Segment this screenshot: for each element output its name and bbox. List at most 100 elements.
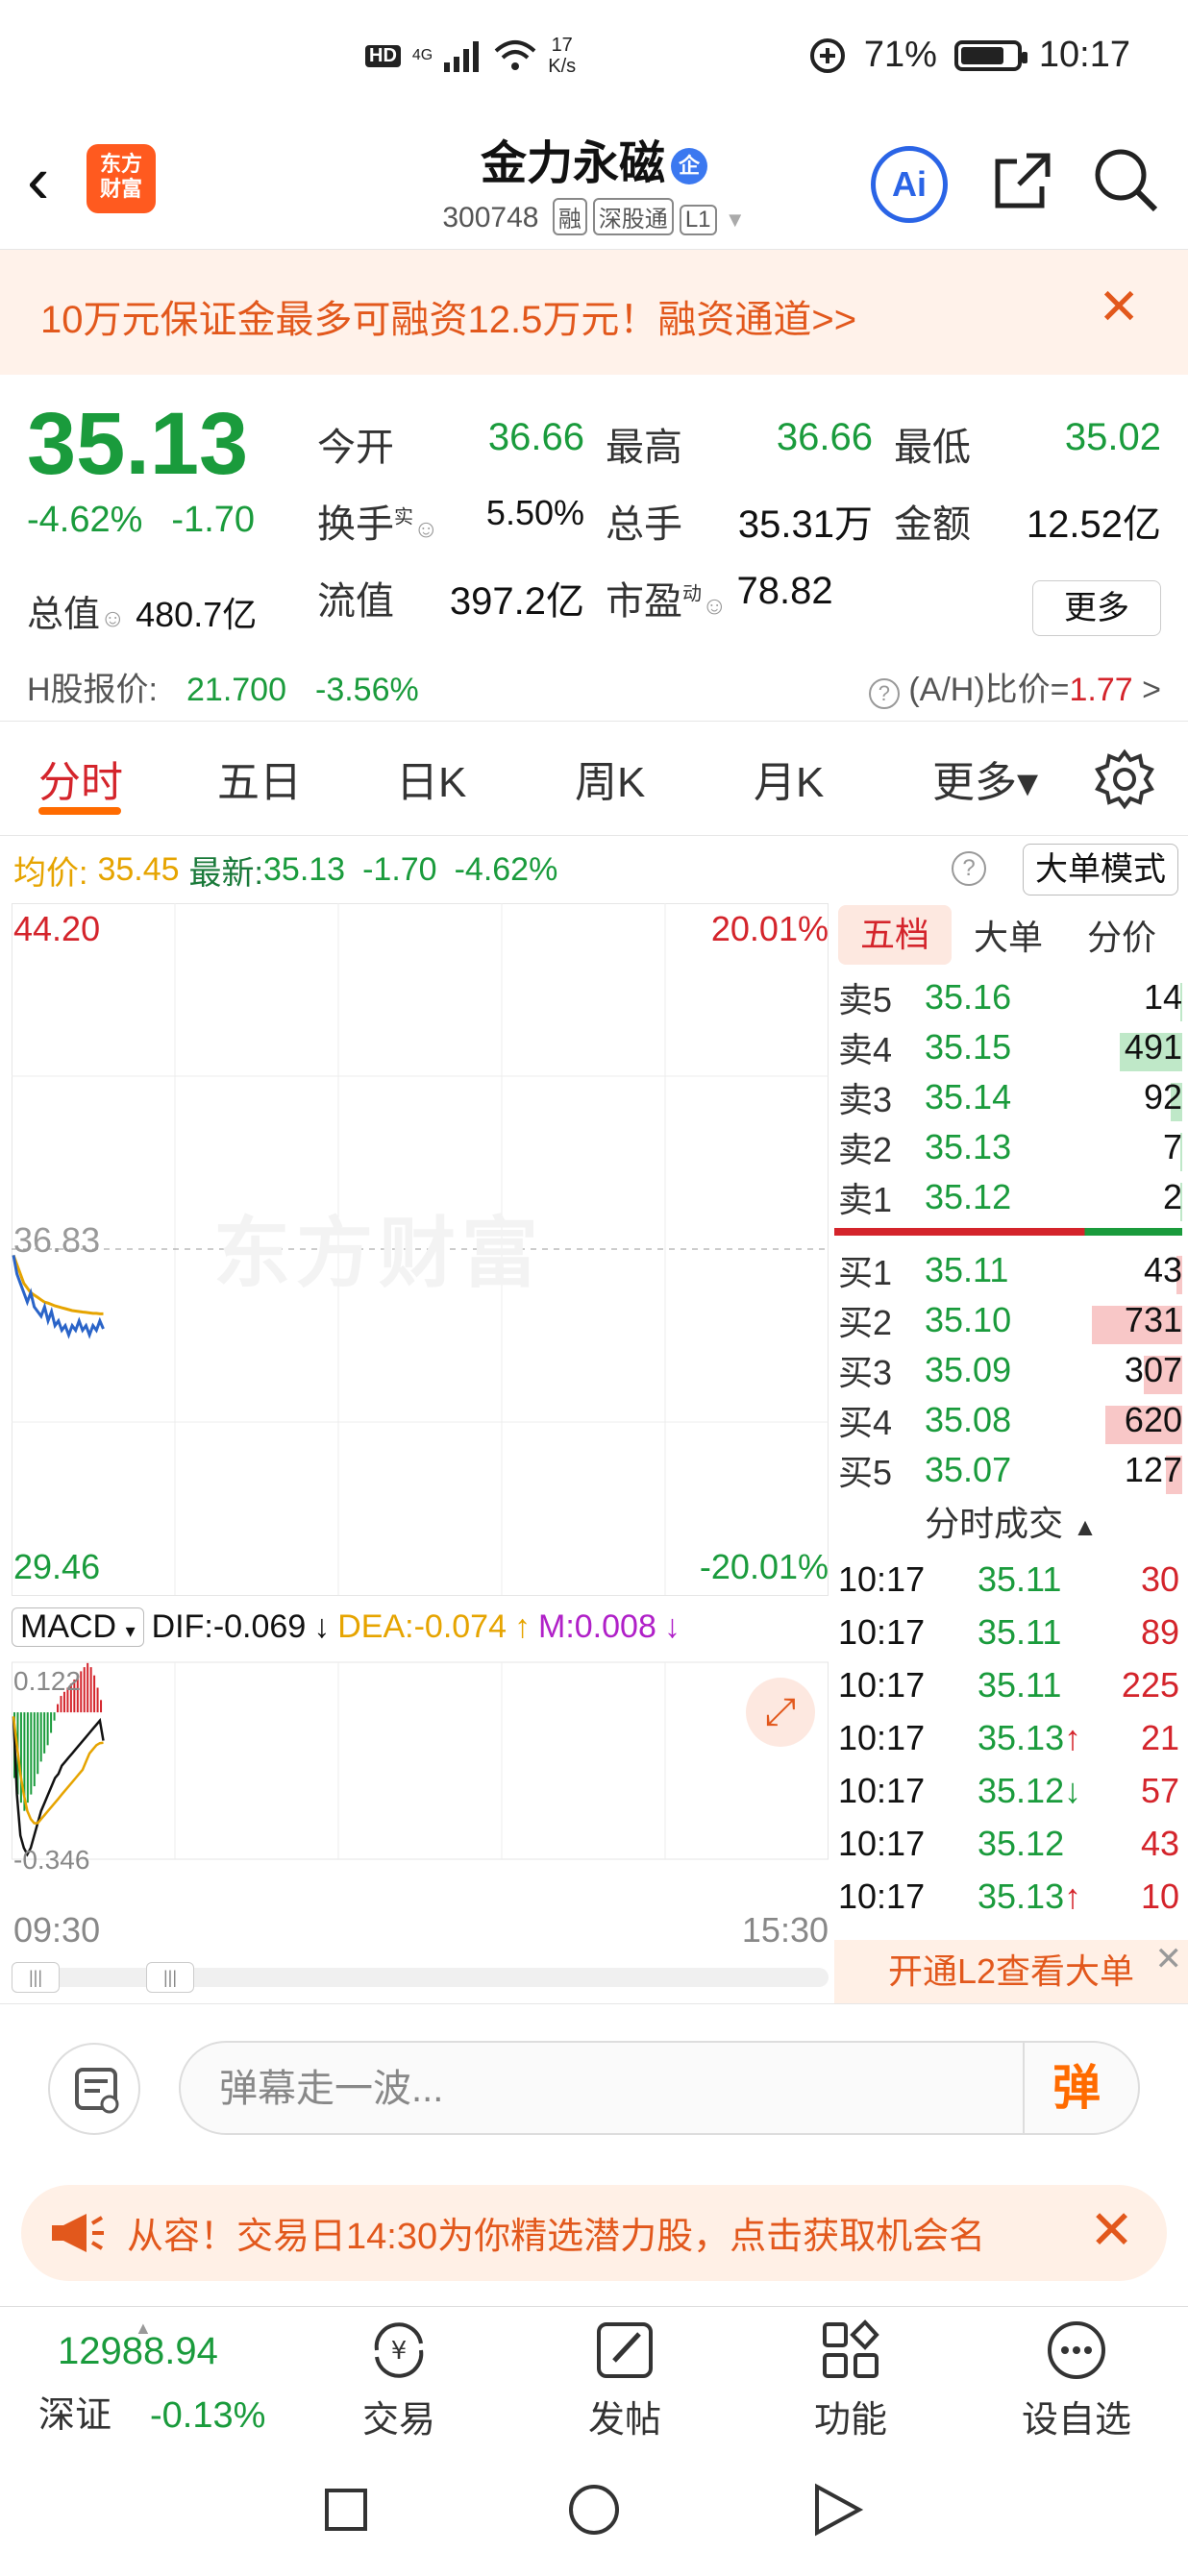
tab-price-dist[interactable]: 分价 [1065,910,1178,960]
tab-more[interactable]: 更多▾ [932,748,1111,809]
level-volume-text: 491 [1124,1027,1182,1067]
level-volume-text: 620 [1124,1400,1182,1439]
order-book-tabs: 五档 大单 分价 [834,903,1188,967]
tab-big-orders[interactable]: 大单 [952,910,1065,960]
y-min-label: 29.46 [13,1547,101,1586]
level-volume: 2 [1069,1177,1182,1221]
scroll-handle-left[interactable]: ||| [12,1962,60,1993]
level-label: 卖2 [838,1130,893,1169]
down-arrow-icon: ↓ [663,1607,681,1645]
l2-close-icon[interactable]: ✕ [1155,1940,1183,1978]
bid-ask-ratio-bar [834,1228,1182,1236]
back-icon [815,2483,864,2537]
quote-panel: 35.13 -4.62% -1.70 今开 36.66 最高 36.66 最低 35.0… [0,375,1188,721]
status-left: HD 4G 17 K/s [365,35,576,77]
share-icon[interactable] [992,150,1053,211]
tick-time: 10:17 [838,1876,926,1916]
tick-price-text: 35.11 [978,1611,1062,1652]
help-icon[interactable]: ? [952,851,986,886]
nav-functions[interactable]: 功能 [779,2317,923,2442]
search-icon[interactable] [1092,146,1159,213]
comment-bar: 弹幕走一波... 弹 [0,2003,1188,2162]
level-label: 买3 [838,1353,893,1392]
low-value: 35.02 [1064,416,1161,458]
tab-monthly-k[interactable]: 月K [754,748,932,809]
bid-levels: 买1 35.11 43 买2 35.10 731 买3 35.09 307 买4 35.08 620 买… [834,1245,1188,1495]
stock-code: 300748 [442,202,539,233]
scroll-handle-right[interactable]: ||| [146,1962,194,1993]
tag-level: L1 [679,205,717,235]
level-price: 35.07 [925,1450,1012,1489]
tab-weekly-k[interactable]: 周K [575,748,754,809]
chart-area: 44.20 20.01% 36.83 29.46 -20.01% 东方财富 MA… [0,903,1188,2003]
ask-level-row[interactable]: 卖1 35.12 2 [838,1172,1188,1222]
macd-bar [57,1704,60,1713]
l2-upgrade-banner[interactable]: 开通L2查看大单 ✕ [834,1940,1188,2003]
level-volume: 14 [1069,977,1182,1021]
comment-settings-icon[interactable] [48,2043,140,2135]
gear-icon[interactable] [1094,748,1155,810]
nav-add-watchlist[interactable]: 设自选 [1004,2317,1149,2442]
h-share-row[interactable]: H股报价: 21.700 -3.56% ? (A/H)比价=1.77 > [27,663,1161,721]
ask-level-row[interactable]: 卖3 35.14 92 [838,1072,1188,1122]
bid-level-row[interactable]: 买3 35.09 307 [838,1345,1188,1395]
danmaku-button[interactable]: 弹 [1023,2043,1128,2133]
h-label: H股报价: [27,672,158,708]
level-volume: 620 [1069,1400,1182,1444]
ask-level-row[interactable]: 卖5 35.16 14 [838,972,1188,1022]
index-ticker[interactable]: ▲ 12988.94 深证 -0.13% [38,2318,265,2438]
edit-icon [597,2322,653,2378]
big-order-mode-button[interactable]: 大单模式 [1023,844,1178,895]
expand-icon[interactable]: ⤢ [746,1678,815,1747]
ticks-header[interactable]: 分时成交 ▲ [834,1495,1188,1553]
wifi-icon [494,40,536,70]
home-icon [569,2485,619,2535]
price-line [12,1255,105,1339]
x-end-label: 15:30 [741,1910,829,1950]
market-cap: 总值☺ 480.7亿 [27,584,257,637]
bid-level-row[interactable]: 买4 35.08 620 [838,1395,1188,1445]
l2-text: 开通L2查看大单 [887,1951,1135,1991]
promo-text: 从容！交易日14:30为你精选潜力股，点击获取机会名 [127,2217,986,2257]
promo-close-icon[interactable]: ✕ [1089,2198,1134,2262]
nav-post[interactable]: 发帖 [553,2317,697,2442]
low-label: 最低 [894,427,971,469]
macd-bar [26,1712,29,1803]
tab-five-day[interactable]: 五日 [217,748,396,809]
ask-level-row[interactable]: 卖4 35.15 491 [838,1022,1188,1072]
promo-box: 从容！交易日14:30为你精选潜力股，点击获取机会名 ✕ [21,2185,1167,2281]
market-cap-info-icon[interactable]: ☺ [100,603,126,632]
tab-five-levels[interactable]: 五档 [838,905,952,965]
macd-selector[interactable]: MACD ▾ [12,1607,144,1647]
bid-level-row[interactable]: 买1 35.11 43 [838,1245,1188,1295]
info-icon[interactable]: ☺ [413,514,439,543]
time-scrollbar[interactable]: ||| ||| [12,1962,829,1993]
banner-close-icon[interactable]: ✕ [1098,279,1140,336]
intraday-chart[interactable]: 44.20 20.01% 36.83 29.46 -20.01% 东方财富 MA… [12,903,829,2003]
pe-info-icon[interactable]: ☺ [702,591,728,620]
more-button[interactable]: 更多 [1032,580,1161,636]
latest-change: -1.70 [362,850,437,888]
down-arrow-icon: ↓ [313,1607,331,1645]
margin-banner[interactable]: 10万元保证金最多可融资12.5万元！融资通道>> ✕ [0,250,1188,375]
tick-price-text: 35.13 [978,1717,1065,1757]
level-price: 35.10 [925,1300,1012,1339]
tick-price: 35.12 [978,1824,1102,1864]
promo-banner[interactable]: 从容！交易日14:30为你精选潜力股，点击获取机会名 ✕ [0,2162,1188,2292]
tick-arrow-icon: ↑ [1064,1717,1082,1757]
change-pct: -4.62% [27,500,143,540]
danmaku-input[interactable]: 弹幕走一波... 弹 [179,2041,1140,2135]
market-cap-label: 总值 [27,595,101,635]
macd-label: MACD [20,1607,117,1645]
nav-trade[interactable]: ¥ 交易 [327,2317,471,2442]
bid-level-row[interactable]: 买2 35.10 731 [838,1295,1188,1345]
ask-level-row[interactable]: 卖2 35.13 7 [838,1122,1188,1172]
tick-row: 10:17 35.11 30 [838,1553,1188,1606]
ai-button[interactable]: Ai [871,146,948,223]
help-icon[interactable]: ? [868,678,900,709]
bid-level-row[interactable]: 买5 35.07 127 [838,1445,1188,1495]
tab-intraday[interactable]: 分时 [38,748,217,815]
level-price: 35.15 [925,1027,1012,1067]
macd-bar [87,1662,89,1713]
tab-daily-k[interactable]: 日K [396,748,575,809]
